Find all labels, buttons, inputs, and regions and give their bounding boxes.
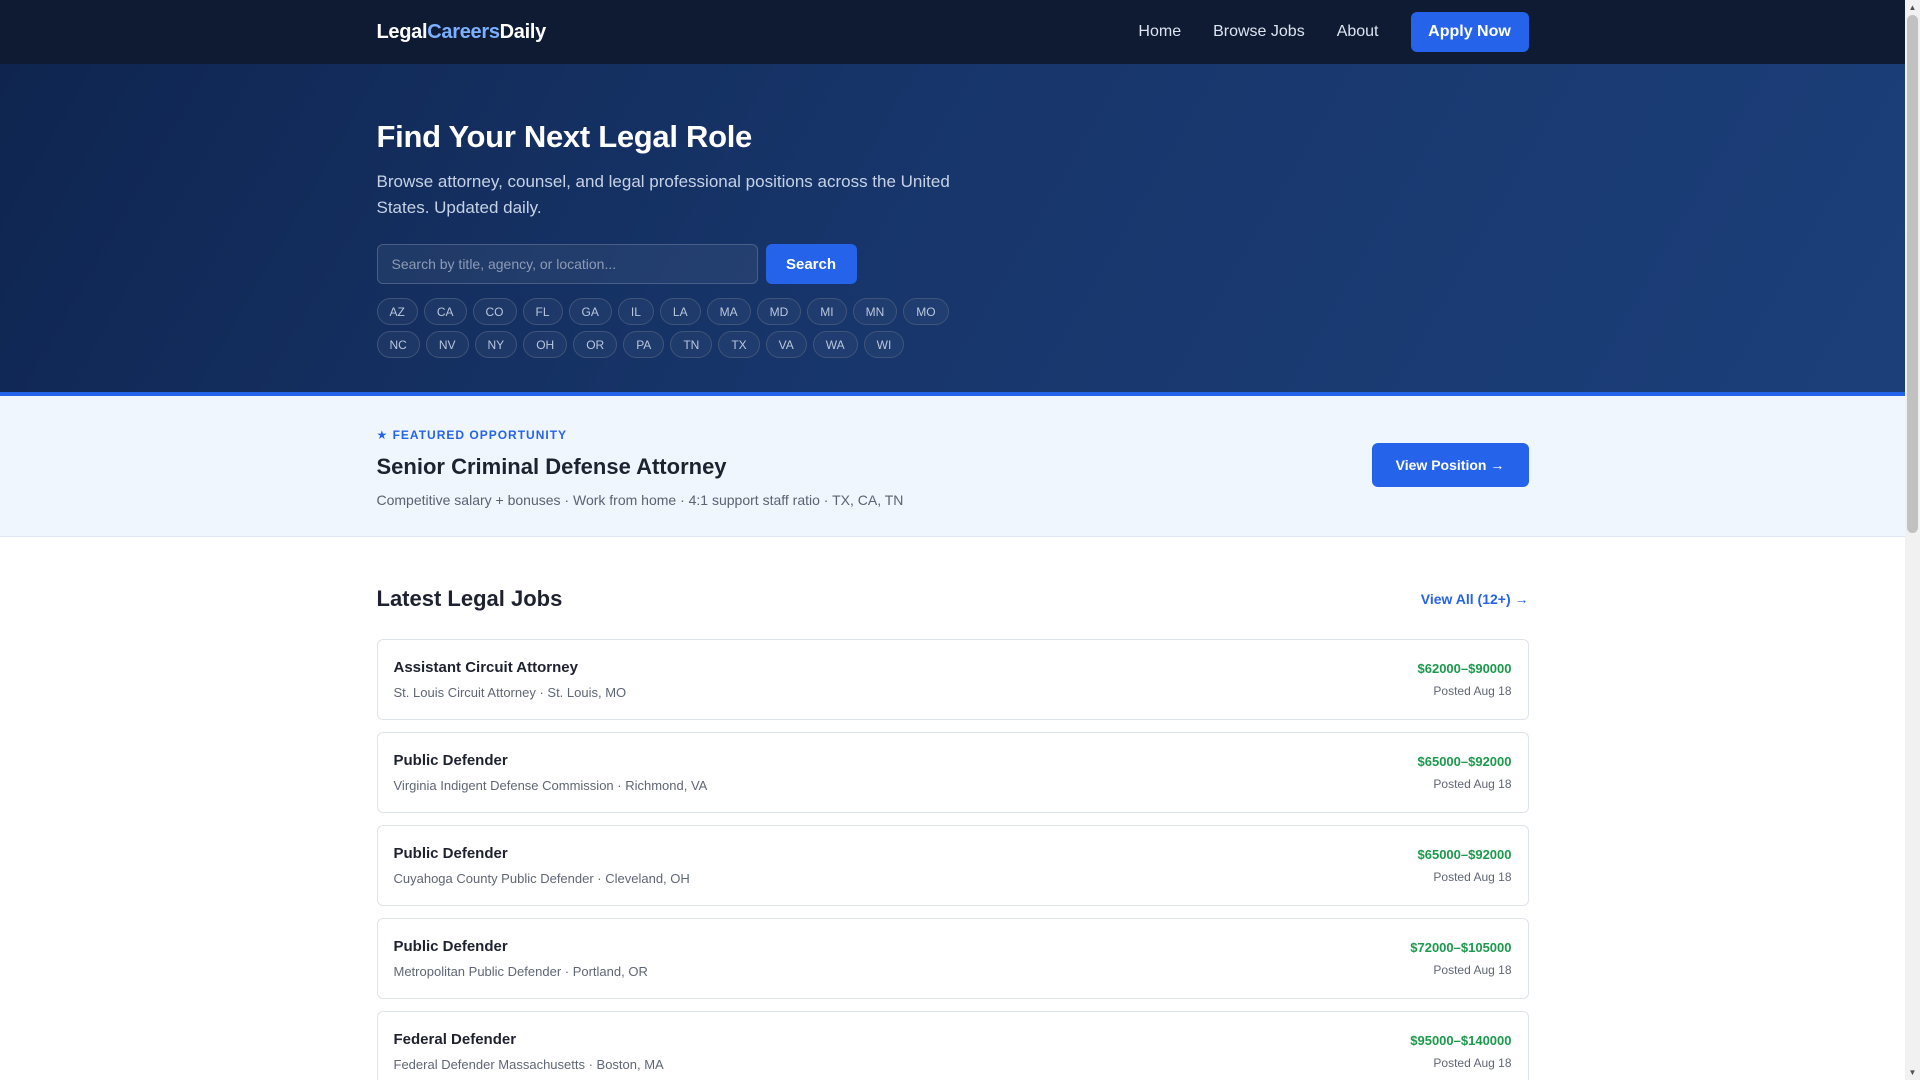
latest-jobs-section: Latest Legal Jobs View All (12+) → Assis… [0, 537, 1905, 1080]
state-chip-az[interactable]: AZ [376, 298, 418, 325]
logo-part-2: Careers [427, 20, 500, 43]
scroll-down-arrow-icon[interactable]: ▼ [1905, 1065, 1920, 1080]
job-salary: $65000–$92000 [1417, 847, 1512, 862]
job-meta: Federal Defender Massachusetts · Boston,… [393, 1057, 664, 1072]
job-salary: $95000–$140000 [1410, 1033, 1512, 1048]
job-card[interactable]: Public Defender Cuyahoga County Public D… [376, 825, 1529, 906]
state-chip-pa[interactable]: PA [623, 331, 665, 358]
job-info: Public Defender Cuyahoga County Public D… [394, 845, 690, 886]
featured-opportunity: ★ FEATURED OPPORTUNITY Senior Criminal D… [0, 396, 1905, 537]
state-chip-ca[interactable]: CA [423, 298, 467, 325]
state-chip-tx[interactable]: TX [718, 331, 760, 358]
search-button[interactable]: Search [765, 244, 857, 284]
view-all-link[interactable]: View All (12+) → [1421, 591, 1529, 607]
nav-about-link[interactable]: About [1337, 23, 1379, 41]
job-salary: $65000–$92000 [1417, 754, 1512, 769]
featured-title: Senior Criminal Defense Attorney [376, 454, 727, 479]
search-bar: Search [376, 244, 1529, 284]
job-posted-date: Posted Aug 18 [1433, 1056, 1512, 1070]
job-title: Public Defender [393, 845, 508, 862]
state-chip-mn[interactable]: MN [852, 298, 898, 325]
state-chip-wi[interactable]: WI [863, 331, 905, 358]
job-salary: $72000–$105000 [1410, 940, 1512, 955]
state-chip-tn[interactable]: TN [670, 331, 713, 358]
state-chip-mo[interactable]: MO [903, 298, 949, 325]
state-chip-la[interactable]: LA [659, 298, 701, 325]
job-details: $72000–$105000 Posted Aug 18 [1410, 940, 1511, 977]
state-chip-ny[interactable]: NY [474, 331, 518, 358]
state-chip-or[interactable]: OR [573, 331, 618, 358]
job-posted-date: Posted Aug 18 [1433, 684, 1512, 698]
job-posted-date: Posted Aug 18 [1433, 963, 1512, 977]
state-chip-mi[interactable]: MI [807, 298, 847, 325]
site-logo[interactable]: LegalCareersDaily [376, 20, 547, 44]
state-filter-chips: AZ CA CO FL GA IL LA MA MD MI MN MO NC N… [376, 298, 977, 364]
job-info: Public Defender Virginia Indigent Defens… [394, 752, 708, 793]
job-info: Federal Defender Federal Defender Massac… [394, 1031, 664, 1072]
job-title: Federal Defender [393, 1031, 517, 1048]
job-details: $62000–$90000 Posted Aug 18 [1418, 661, 1512, 698]
state-chip-co[interactable]: CO [472, 298, 517, 325]
job-details: $65000–$92000 Posted Aug 18 [1418, 847, 1512, 884]
job-posted-date: Posted Aug 18 [1433, 870, 1512, 884]
nav-browse-jobs-link[interactable]: Browse Jobs [1213, 23, 1305, 41]
job-card[interactable]: Federal Defender Federal Defender Massac… [376, 1011, 1529, 1080]
page: LegalCareersDaily Home Browse Jobs About… [0, 0, 1905, 1080]
state-chip-va[interactable]: VA [765, 331, 807, 358]
job-card[interactable]: Public Defender Virginia Indigent Defens… [376, 732, 1529, 813]
apply-now-button[interactable]: Apply Now [1410, 12, 1529, 52]
hero-title: Find Your Next Legal Role [376, 119, 753, 154]
job-details: $95000–$140000 Posted Aug 18 [1410, 1033, 1511, 1070]
view-position-button[interactable]: View Position → [1371, 443, 1529, 487]
state-chip-nc[interactable]: NC [376, 331, 420, 358]
state-chip-il[interactable]: IL [617, 298, 654, 325]
job-title: Public Defender [393, 752, 508, 769]
logo-part-3: Daily [499, 20, 547, 43]
job-title: Public Defender [393, 938, 508, 955]
state-chip-ma[interactable]: MA [706, 298, 751, 325]
search-input[interactable] [376, 244, 758, 284]
scroll-up-arrow-icon[interactable]: ▲ [1905, 0, 1920, 15]
job-card[interactable]: Public Defender Metropolitan Public Defe… [376, 918, 1529, 999]
state-chip-md[interactable]: MD [756, 298, 802, 325]
job-posted-date: Posted Aug 18 [1433, 777, 1512, 791]
jobs-header: Latest Legal Jobs View All (12+) → [377, 585, 1529, 613]
featured-label: ★ FEATURED OPPORTUNITY [376, 428, 568, 442]
site-header: LegalCareersDaily Home Browse Jobs About… [0, 0, 1905, 64]
job-info: Public Defender Metropolitan Public Defe… [394, 938, 648, 979]
state-chip-wa[interactable]: WA [812, 331, 858, 358]
nav-home-link[interactable]: Home [1138, 23, 1181, 41]
job-list: Assistant Circuit Attorney St. Louis Cir… [376, 639, 1529, 1080]
hero-section: Find Your Next Legal Role Browse attorne… [0, 64, 1905, 396]
state-chip-oh[interactable]: OH [523, 331, 568, 358]
job-card[interactable]: Assistant Circuit Attorney St. Louis Cir… [376, 639, 1529, 720]
job-title: Assistant Circuit Attorney [393, 659, 578, 676]
state-chip-ga[interactable]: GA [568, 298, 612, 325]
jobs-title: Latest Legal Jobs [376, 586, 563, 611]
state-chip-fl[interactable]: FL [522, 298, 563, 325]
job-meta: Metropolitan Public Defender · Portland,… [393, 964, 648, 979]
job-meta: St. Louis Circuit Attorney · St. Louis, … [393, 685, 627, 700]
job-meta: Virginia Indigent Defense Commission · R… [393, 778, 708, 793]
featured-description: Competitive salary + bonuses · Work from… [376, 492, 904, 508]
job-details: $65000–$92000 Posted Aug 18 [1418, 754, 1512, 791]
vertical-scrollbar[interactable]: ▲ ▼ [1905, 0, 1920, 1080]
logo-part-1: Legal [376, 20, 428, 43]
job-meta: Cuyahoga County Public Defender · Clevel… [393, 871, 690, 886]
state-chip-nv[interactable]: NV [425, 331, 469, 358]
hero-subtitle: Browse attorney, counsel, and legal prof… [376, 172, 950, 217]
scrollbar-thumb[interactable] [1907, 15, 1918, 533]
main-nav: Home Browse Jobs About Apply Now [1138, 12, 1529, 52]
job-info: Assistant Circuit Attorney St. Louis Cir… [394, 659, 627, 700]
job-salary: $62000–$90000 [1417, 661, 1512, 676]
